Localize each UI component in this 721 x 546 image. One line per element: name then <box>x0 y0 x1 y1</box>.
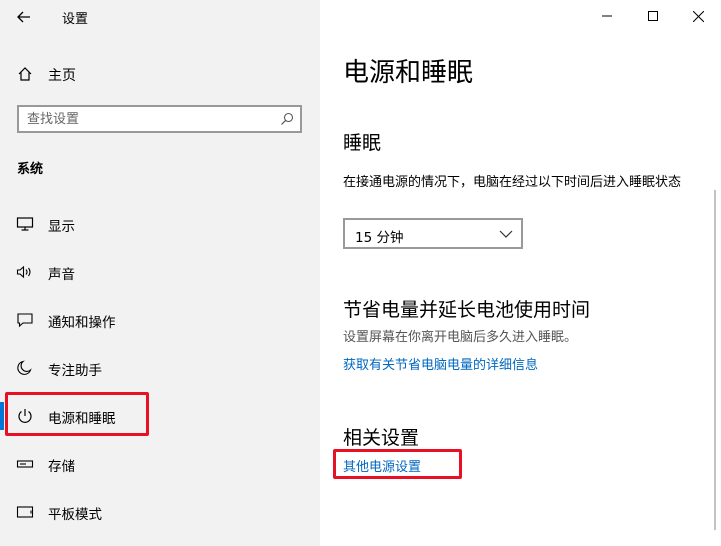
chevron-down-icon <box>499 230 513 238</box>
battery-heading: 节省电量并延长电池使用时间 <box>343 299 591 321</box>
sidebar-item-label: 主页 <box>48 68 76 84</box>
minimize-icon <box>602 15 612 17</box>
sidebar-item-label: 平板模式 <box>48 507 102 523</box>
sidebar-item-display[interactable]: 显示 <box>0 204 320 244</box>
dropdown-value: 15 分钟 <box>355 230 404 246</box>
back-arrow-icon <box>17 11 30 23</box>
search-box[interactable] <box>17 105 302 133</box>
home-icon <box>18 67 32 81</box>
power-saving-info-link[interactable]: 获取有关节省电脑电量的详细信息 <box>343 354 538 373</box>
sleep-time-dropdown[interactable]: 15 分钟 <box>343 218 523 249</box>
search-icon[interactable] <box>280 112 294 126</box>
sidebar-item-tablet-mode[interactable]: 平板模式 <box>0 492 320 532</box>
maximize-button[interactable] <box>630 0 676 32</box>
sidebar-item-label: 存储 <box>48 459 75 475</box>
page-title: 电源和睡眠 <box>343 58 474 88</box>
maximize-icon <box>648 11 658 21</box>
sidebar-item-focus-assist[interactable]: 专注助手 <box>0 348 320 388</box>
minimize-button[interactable] <box>584 0 630 32</box>
sidebar-item-label: 电源和睡眠 <box>48 411 116 427</box>
scrollbar[interactable] <box>714 190 716 530</box>
active-indicator <box>0 402 4 430</box>
search-input[interactable] <box>27 109 272 129</box>
sidebar-item-label: 通知和操作 <box>48 315 116 331</box>
sidebar-item-home[interactable]: 主页 <box>0 60 320 88</box>
sidebar-item-storage[interactable]: 存储 <box>0 444 320 484</box>
sleep-description: 在接通电源的情况下，电脑在经过以下时间后进入睡眠状态 <box>343 175 682 190</box>
additional-power-settings-link[interactable]: 其他电源设置 <box>343 456 421 475</box>
related-settings-heading: 相关设置 <box>343 427 420 449</box>
monitor-icon <box>16 217 34 231</box>
main-panel: 电源和睡眠 睡眠 在接通电源的情况下，电脑在经过以下时间后进入睡眠状态 15 分… <box>320 0 721 546</box>
sidebar-item-label: 专注助手 <box>48 363 102 379</box>
sidebar-item-notifications[interactable]: 通知和操作 <box>0 300 320 340</box>
message-icon <box>17 313 33 328</box>
sidebar-item-label: 显示 <box>48 219 75 235</box>
sidebar-item-label: 声音 <box>48 267 75 283</box>
sleep-heading: 睡眠 <box>343 132 382 154</box>
sidebar-item-power-sleep[interactable]: 电源和睡眠 <box>0 396 320 436</box>
power-icon <box>18 409 32 423</box>
close-button[interactable] <box>675 0 721 32</box>
storage-icon <box>16 460 34 468</box>
back-button[interactable] <box>12 6 36 28</box>
tablet-icon <box>16 506 34 518</box>
sidebar-item-sound[interactable]: 声音 <box>0 252 320 292</box>
sidebar: 设置 主页 系统 显示 声音 <box>0 0 320 546</box>
close-icon <box>692 10 704 22</box>
section-label: 系统 <box>17 162 44 177</box>
speaker-icon <box>16 265 31 279</box>
app-title: 设置 <box>62 12 89 27</box>
battery-description: 设置屏幕在你离开电脑后多久进入睡眠。 <box>343 330 578 345</box>
moon-icon <box>17 360 32 375</box>
